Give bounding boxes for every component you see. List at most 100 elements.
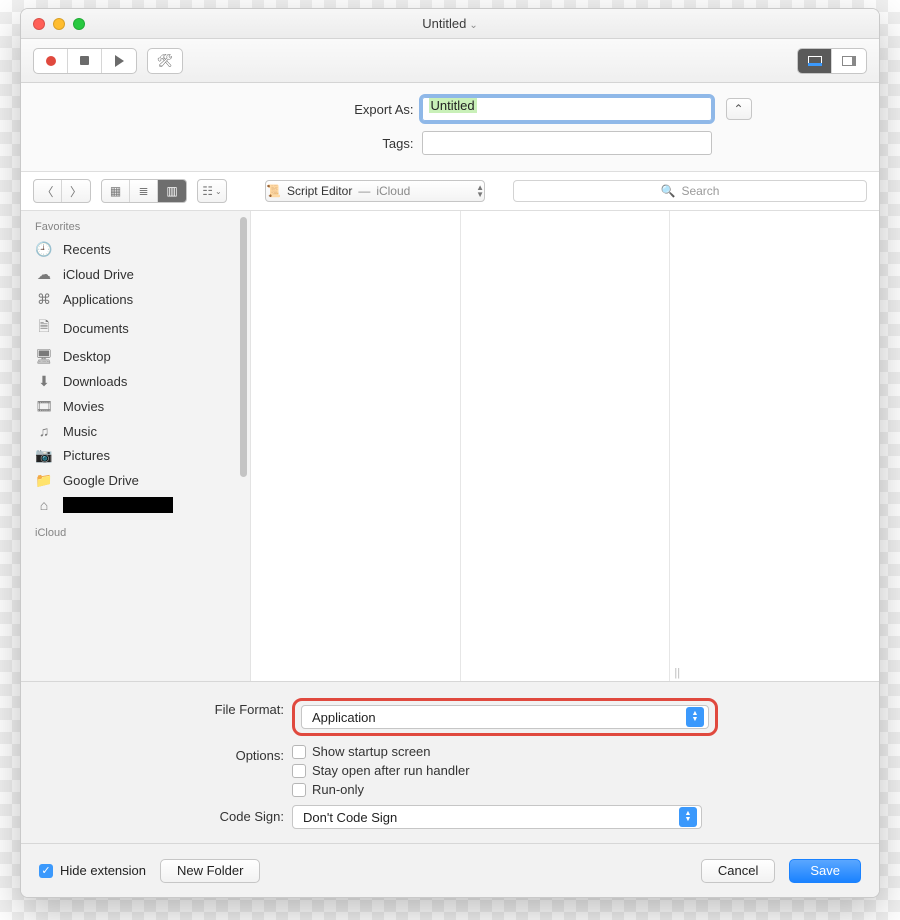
sidebar-item-home[interactable]: ⌂ — [21, 493, 250, 517]
redacted-label — [63, 497, 173, 513]
code-sign-value: Don't Code Sign — [303, 810, 397, 825]
group-icon: ☷⌄ — [198, 180, 226, 202]
option-show-startup[interactable]: Show startup screen — [292, 744, 470, 759]
movie-icon: 🎞 — [35, 398, 53, 415]
home-icon: ⌂ — [35, 497, 53, 513]
updown-icon: ▲▼ — [679, 807, 697, 827]
window-title: Untitled⌄ — [21, 16, 879, 31]
bottom-pane-toggle[interactable] — [798, 49, 832, 73]
sidebar-item-applications[interactable]: ⌘Applications — [21, 287, 250, 312]
export-as-value: Untitled — [429, 98, 477, 113]
code-sign-label: Code Sign: — [39, 805, 284, 824]
record-button[interactable] — [34, 49, 68, 73]
icon-view-button[interactable]: ▦ — [102, 180, 130, 202]
browser-toolbar: 〈 〉 ▦ ≣ ▥ ☷⌄ 📜 Script Editor — iCloud ▲▼… — [21, 171, 879, 211]
hide-extension-checkbox[interactable]: ✓ Hide extension — [39, 863, 146, 878]
sidebar-heading-icloud: iCloud — [21, 517, 250, 543]
zoom-window-button[interactable] — [73, 18, 85, 30]
search-icon: 🔍 — [661, 184, 676, 198]
nav-back-button[interactable]: 〈 — [34, 180, 62, 202]
options-label: Options: — [39, 744, 284, 763]
group-menu[interactable]: ☷⌄ — [197, 179, 227, 203]
checkbox-icon — [292, 745, 306, 759]
play-button[interactable] — [102, 49, 136, 73]
cancel-button[interactable]: Cancel — [701, 859, 775, 883]
column-1[interactable] — [251, 211, 461, 681]
new-folder-button[interactable]: New Folder — [160, 859, 260, 883]
minimize-window-button[interactable] — [53, 18, 65, 30]
chevron-up-icon: ⌃ — [733, 102, 743, 116]
script-icon: 📜 — [266, 184, 281, 198]
sidebar-item-documents[interactable]: 🗎Documents — [21, 312, 250, 344]
code-sign-select[interactable]: Don't Code Sign ▲▼ — [292, 805, 702, 829]
nav-forward-button[interactable]: 〉 — [62, 180, 90, 202]
view-mode-segment: ▦ ≣ ▥ — [101, 179, 187, 203]
stepper-icon: ▲▼ — [476, 184, 484, 198]
sidebar-item-recents[interactable]: 🕘Recents — [21, 237, 250, 262]
dialog-footer: ✓ Hide extension New Folder Cancel Save — [21, 843, 879, 897]
export-as-label: Export As: — [149, 102, 414, 117]
sidebar-item-icloud-drive[interactable]: ☁iCloud Drive — [21, 262, 250, 287]
download-icon: ⬇ — [35, 373, 53, 390]
expand-dialog-button[interactable]: ⌃ — [726, 98, 752, 120]
location-place: iCloud — [376, 184, 410, 198]
sidebar-item-downloads[interactable]: ⬇Downloads — [21, 369, 250, 394]
file-format-label: File Format: — [39, 698, 284, 717]
chevron-down-icon: ⌄ — [469, 20, 477, 31]
save-button[interactable]: Save — [789, 859, 861, 883]
sidebar-item-desktop[interactable]: 🖥Desktop — [21, 344, 250, 369]
list-view-button[interactable]: ≣ — [130, 180, 158, 202]
search-placeholder: Search — [681, 184, 719, 198]
column-view-button[interactable]: ▥ — [158, 180, 186, 202]
option-run-only[interactable]: Run-only — [292, 782, 470, 797]
doc-icon: 🗎 — [35, 316, 53, 340]
sidebar-item-pictures[interactable]: 📷Pictures — [21, 443, 250, 468]
stop-button[interactable] — [68, 49, 102, 73]
file-format-highlight: Application ▲▼ — [292, 698, 718, 736]
side-pane-toggle[interactable] — [832, 49, 866, 73]
tags-label: Tags: — [149, 136, 414, 151]
cloud-icon: ☁ — [35, 266, 53, 283]
editor-toolbar: 🛠 — [21, 39, 879, 83]
column-2[interactable] — [461, 211, 671, 681]
file-format-value: Application — [312, 710, 376, 725]
sidebar-item-music[interactable]: ♫Music — [21, 419, 250, 443]
scrollbar[interactable] — [240, 217, 247, 477]
save-dialog-window: Untitled⌄ 🛠 Export As: Untitled ⌃ Tags: — [20, 8, 880, 898]
resize-grip-icon[interactable]: || — [670, 667, 684, 681]
option-stay-open[interactable]: Stay open after run handler — [292, 763, 470, 778]
checkbox-icon — [292, 783, 306, 797]
checkbox-icon — [292, 764, 306, 778]
location-popup[interactable]: 📜 Script Editor — iCloud ▲▼ — [265, 180, 485, 202]
export-header: Export As: Untitled ⌃ Tags: — [21, 83, 879, 171]
desktop-icon: 🖥 — [35, 348, 53, 365]
updown-icon: ▲▼ — [686, 707, 704, 727]
column-view[interactable]: || — [251, 211, 879, 681]
sidebar-heading-favorites: Favorites — [21, 211, 250, 237]
tags-input[interactable] — [422, 131, 712, 155]
camera-icon: 📷 — [35, 447, 53, 464]
pane-side-icon — [842, 56, 856, 66]
run-controls — [33, 48, 137, 74]
folder-icon: 📁 — [35, 472, 53, 489]
stop-icon — [80, 56, 89, 65]
close-window-button[interactable] — [33, 18, 45, 30]
window-title-text: Untitled — [422, 16, 466, 31]
clock-icon: 🕘 — [35, 241, 53, 258]
file-format-select[interactable]: Application ▲▼ — [301, 705, 709, 729]
search-field[interactable]: 🔍 Search — [513, 180, 867, 202]
hammer-icon: 🛠 — [157, 53, 174, 69]
record-icon — [46, 56, 56, 66]
options-panel: File Format: Application ▲▼ Options: Sho… — [21, 681, 879, 843]
sidebar-item-movies[interactable]: 🎞Movies — [21, 394, 250, 419]
column-3[interactable]: || — [670, 211, 879, 681]
app-icon: ⌘ — [35, 291, 53, 308]
sidebar-item-google-drive[interactable]: 📁Google Drive — [21, 468, 250, 493]
export-as-input[interactable]: Untitled — [422, 97, 712, 121]
music-icon: ♫ — [35, 423, 53, 439]
location-app: Script Editor — [287, 184, 352, 198]
build-button[interactable]: 🛠 — [148, 49, 182, 73]
traffic-lights — [33, 18, 85, 30]
build-controls: 🛠 — [147, 48, 183, 74]
checkbox-checked-icon: ✓ — [39, 864, 53, 878]
